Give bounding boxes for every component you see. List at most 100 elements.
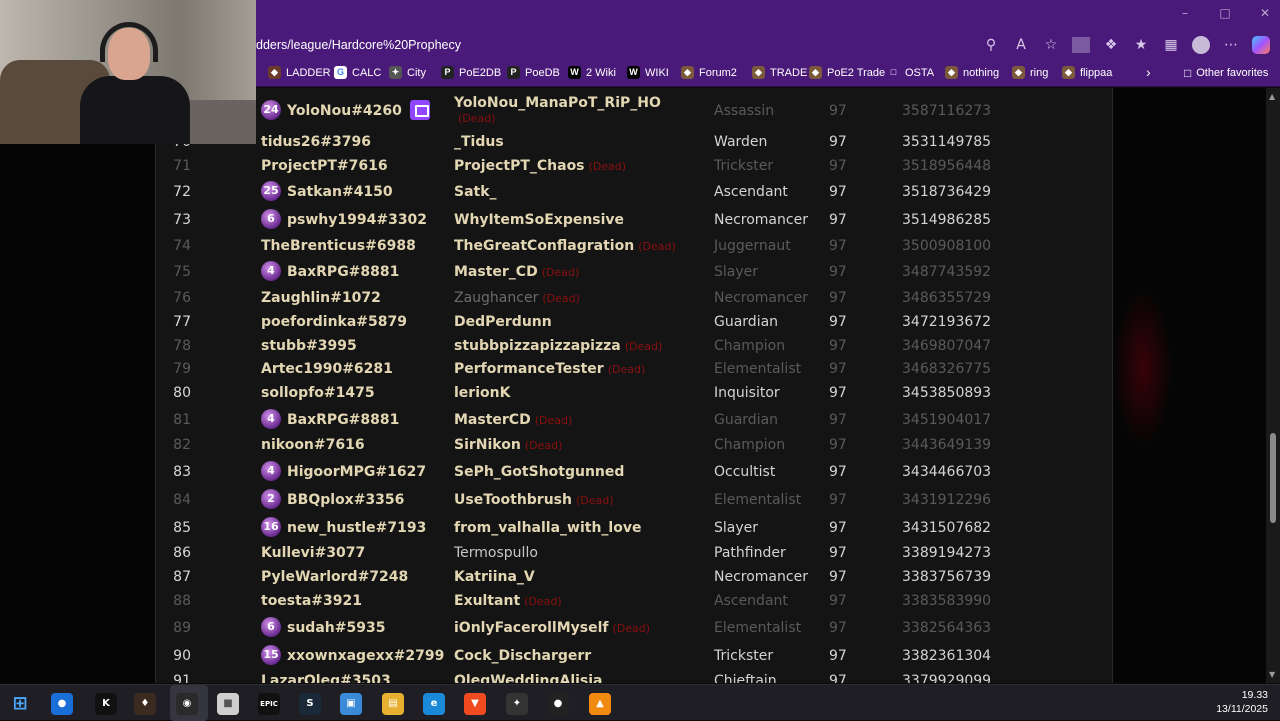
account-cell[interactable]: Zaughlin#1072	[261, 286, 381, 310]
character-cell[interactable]: DedPerdunn	[454, 310, 552, 334]
file-explorer-icon[interactable]: ▤	[382, 693, 404, 715]
bookmark-nothing[interactable]: ◆ nothing	[945, 66, 999, 79]
app-obs-icon[interactable]: ◉	[176, 693, 198, 715]
account-cell[interactable]: Artec1990#6281	[261, 357, 393, 381]
account-cell[interactable]: TheBrenticus#6988	[261, 234, 416, 258]
character-cell[interactable]: Katriina_V	[454, 565, 535, 589]
close-button[interactable]: ✕	[1258, 6, 1272, 20]
bookmark-osta[interactable]: □ OSTA	[887, 66, 934, 79]
steam-icon[interactable]: S	[299, 693, 321, 715]
bookmark-label: PoeDB	[525, 66, 560, 79]
bookmark-calc[interactable]: G CALC	[334, 66, 381, 79]
bookmark-city[interactable]: ✦ City	[389, 66, 426, 79]
vlc-icon[interactable]: ▲	[589, 693, 611, 715]
class-cell: Guardian	[714, 412, 779, 428]
bookmark-forum2[interactable]: ◆ Forum2	[681, 66, 737, 79]
scrollbar-thumb[interactable]	[1270, 433, 1276, 523]
app-game1-icon[interactable]: ♦	[134, 693, 156, 715]
account-cell[interactable]: 25 Satkan#4150	[261, 179, 393, 205]
app-dark-icon[interactable]: K	[95, 693, 117, 715]
minimize-button[interactable]: –	[1178, 6, 1192, 20]
app-blue-icon[interactable]: ▣	[340, 693, 362, 715]
character-cell[interactable]: iOnlyFacerollMyself (Dead)	[454, 615, 650, 642]
read-aloud-icon[interactable]: A	[1012, 37, 1030, 53]
character-cell[interactable]: Master_CD (Dead)	[454, 259, 579, 286]
account-cell[interactable]: ProjectPT#7616	[261, 154, 388, 178]
account-cell[interactable]: 6 pswhy1994#3302	[261, 207, 427, 233]
account-cell[interactable]: 6 sudah#5935	[261, 615, 385, 641]
twitch-icon[interactable]	[409, 100, 430, 120]
browser-blue-icon[interactable]: ●	[51, 693, 73, 715]
character-cell[interactable]: lerionK	[454, 381, 510, 405]
account-cell[interactable]: stubb#3995	[261, 334, 357, 358]
bookmark-label: PoE2 Trade	[827, 66, 886, 79]
account-cell[interactable]: 4 BaxRPG#8881	[261, 407, 399, 433]
bookmark-ring[interactable]: ◆ ring	[1012, 66, 1048, 79]
character-cell[interactable]: Zaughancer (Dead)	[454, 286, 580, 311]
bookmark-flippaa[interactable]: ◆ flippaa	[1062, 66, 1112, 79]
bookmark-ladder[interactable]: ◆ LADDER	[268, 66, 331, 79]
character-cell[interactable]: Satk_	[454, 179, 497, 205]
account-cell[interactable]: 16 new_hustle#7193	[261, 515, 426, 541]
extensions-icon[interactable]: ❖	[1102, 37, 1120, 53]
character-cell[interactable]: YoloNou_ManaPoT_RiP_HO (Dead)	[454, 95, 661, 127]
profile-avatar-icon[interactable]	[1192, 36, 1210, 54]
app-white-icon[interactable]: ■	[217, 693, 239, 715]
app-game2-icon[interactable]: ✦	[506, 693, 528, 715]
character-cell[interactable]: SirNikon (Dead)	[454, 433, 562, 458]
account-cell[interactable]: LazarOleg#3503	[261, 669, 391, 683]
epic-games-icon[interactable]: EPIC	[258, 693, 280, 715]
scroll-up-icon[interactable]: ▲	[1269, 92, 1275, 101]
character-cell[interactable]: TheGreatConflagration (Dead)	[454, 234, 676, 259]
app-game3-icon[interactable]: ●	[547, 693, 569, 715]
windows-start-icon[interactable]: ⊞	[9, 693, 31, 715]
other-favorites-folder[interactable]: □ Other favorites	[1184, 66, 1268, 80]
bookmark-2-wiki[interactable]: W 2 Wiki	[568, 66, 616, 79]
character-cell[interactable]: WhyItemSoExpensive	[454, 207, 624, 233]
bookmark-trade[interactable]: ◆ TRADE	[752, 66, 807, 79]
character-cell[interactable]: from_valhalla_with_love	[454, 515, 641, 541]
account-cell[interactable]: 4 BaxRPG#8881	[261, 259, 399, 285]
account-cell[interactable]: sollopfo#1475	[261, 381, 375, 405]
character-cell[interactable]: Cock_Dischargerr	[454, 643, 591, 669]
character-cell[interactable]: ProjectPT_Chaos (Dead)	[454, 154, 626, 179]
bookmark-wiki[interactable]: W WIKI	[627, 66, 669, 79]
more-menu-icon[interactable]: ⋯	[1222, 37, 1240, 53]
account-cell[interactable]: nikoon#7616	[261, 433, 365, 457]
account-cell[interactable]: tidus26#3796	[261, 130, 371, 154]
account-cell[interactable]: PyleWarlord#7248	[261, 565, 408, 589]
account-cell[interactable]: 15 xxownxagexx#2799	[261, 643, 444, 669]
page-scrollbar[interactable]: ▲ ▼	[1266, 88, 1280, 683]
character-cell[interactable]: _Tidus	[454, 130, 504, 154]
collections-icon[interactable]: ▦	[1162, 37, 1180, 53]
character-cell[interactable]: Termospullo	[454, 541, 538, 565]
edge-icon[interactable]: e	[423, 693, 445, 715]
character-cell[interactable]: OlegWeddingAlisia	[454, 669, 603, 683]
character-cell[interactable]: MasterCD (Dead)	[454, 407, 572, 434]
level-cell: 97	[829, 264, 847, 280]
account-cell[interactable]: 2 BBQplox#3356	[261, 487, 404, 513]
account-cell[interactable]: toesta#3921	[261, 589, 362, 613]
bookmark-poe2-trade[interactable]: ◆ PoE2 Trade	[809, 66, 885, 79]
brave-icon[interactable]: ▼	[464, 693, 486, 715]
favorites-icon[interactable]: ★	[1132, 37, 1150, 53]
zoom-icon[interactable]: ⚲	[982, 37, 1000, 53]
bookmark-poedb[interactable]: P PoeDB	[507, 66, 560, 79]
favorite-star-icon[interactable]: ☆	[1042, 37, 1060, 53]
character-cell[interactable]: UseToothbrush (Dead)	[454, 487, 614, 514]
character-cell[interactable]: stubbpizzapizzapizza (Dead)	[454, 334, 662, 359]
bookmarks-overflow-chevron-icon[interactable]: ›	[1146, 64, 1151, 80]
character-cell[interactable]: Exultant (Dead)	[454, 589, 562, 614]
character-cell[interactable]: PerformanceTester (Dead)	[454, 357, 645, 382]
bookmark-poe2db[interactable]: P PoE2DB	[441, 66, 501, 79]
account-cell[interactable]: Kullevi#3077	[261, 541, 365, 565]
account-cell[interactable]: 4 HigoorMPG#1627	[261, 459, 426, 485]
account-cell[interactable]: poefordinka#5879	[261, 310, 407, 334]
character-cell[interactable]: SePh_GotShotgunned	[454, 459, 624, 485]
scroll-down-icon[interactable]: ▼	[1269, 670, 1275, 679]
taskbar-clock[interactable]: 19.33 13/11/2025	[1216, 688, 1268, 716]
address-bar-url[interactable]: dders/league/Hardcore%20Prophecy	[256, 38, 461, 52]
account-cell[interactable]: 24 YoloNou#4260	[261, 93, 430, 129]
copilot-icon[interactable]	[1252, 36, 1270, 54]
maximize-button[interactable]: □	[1218, 6, 1232, 20]
